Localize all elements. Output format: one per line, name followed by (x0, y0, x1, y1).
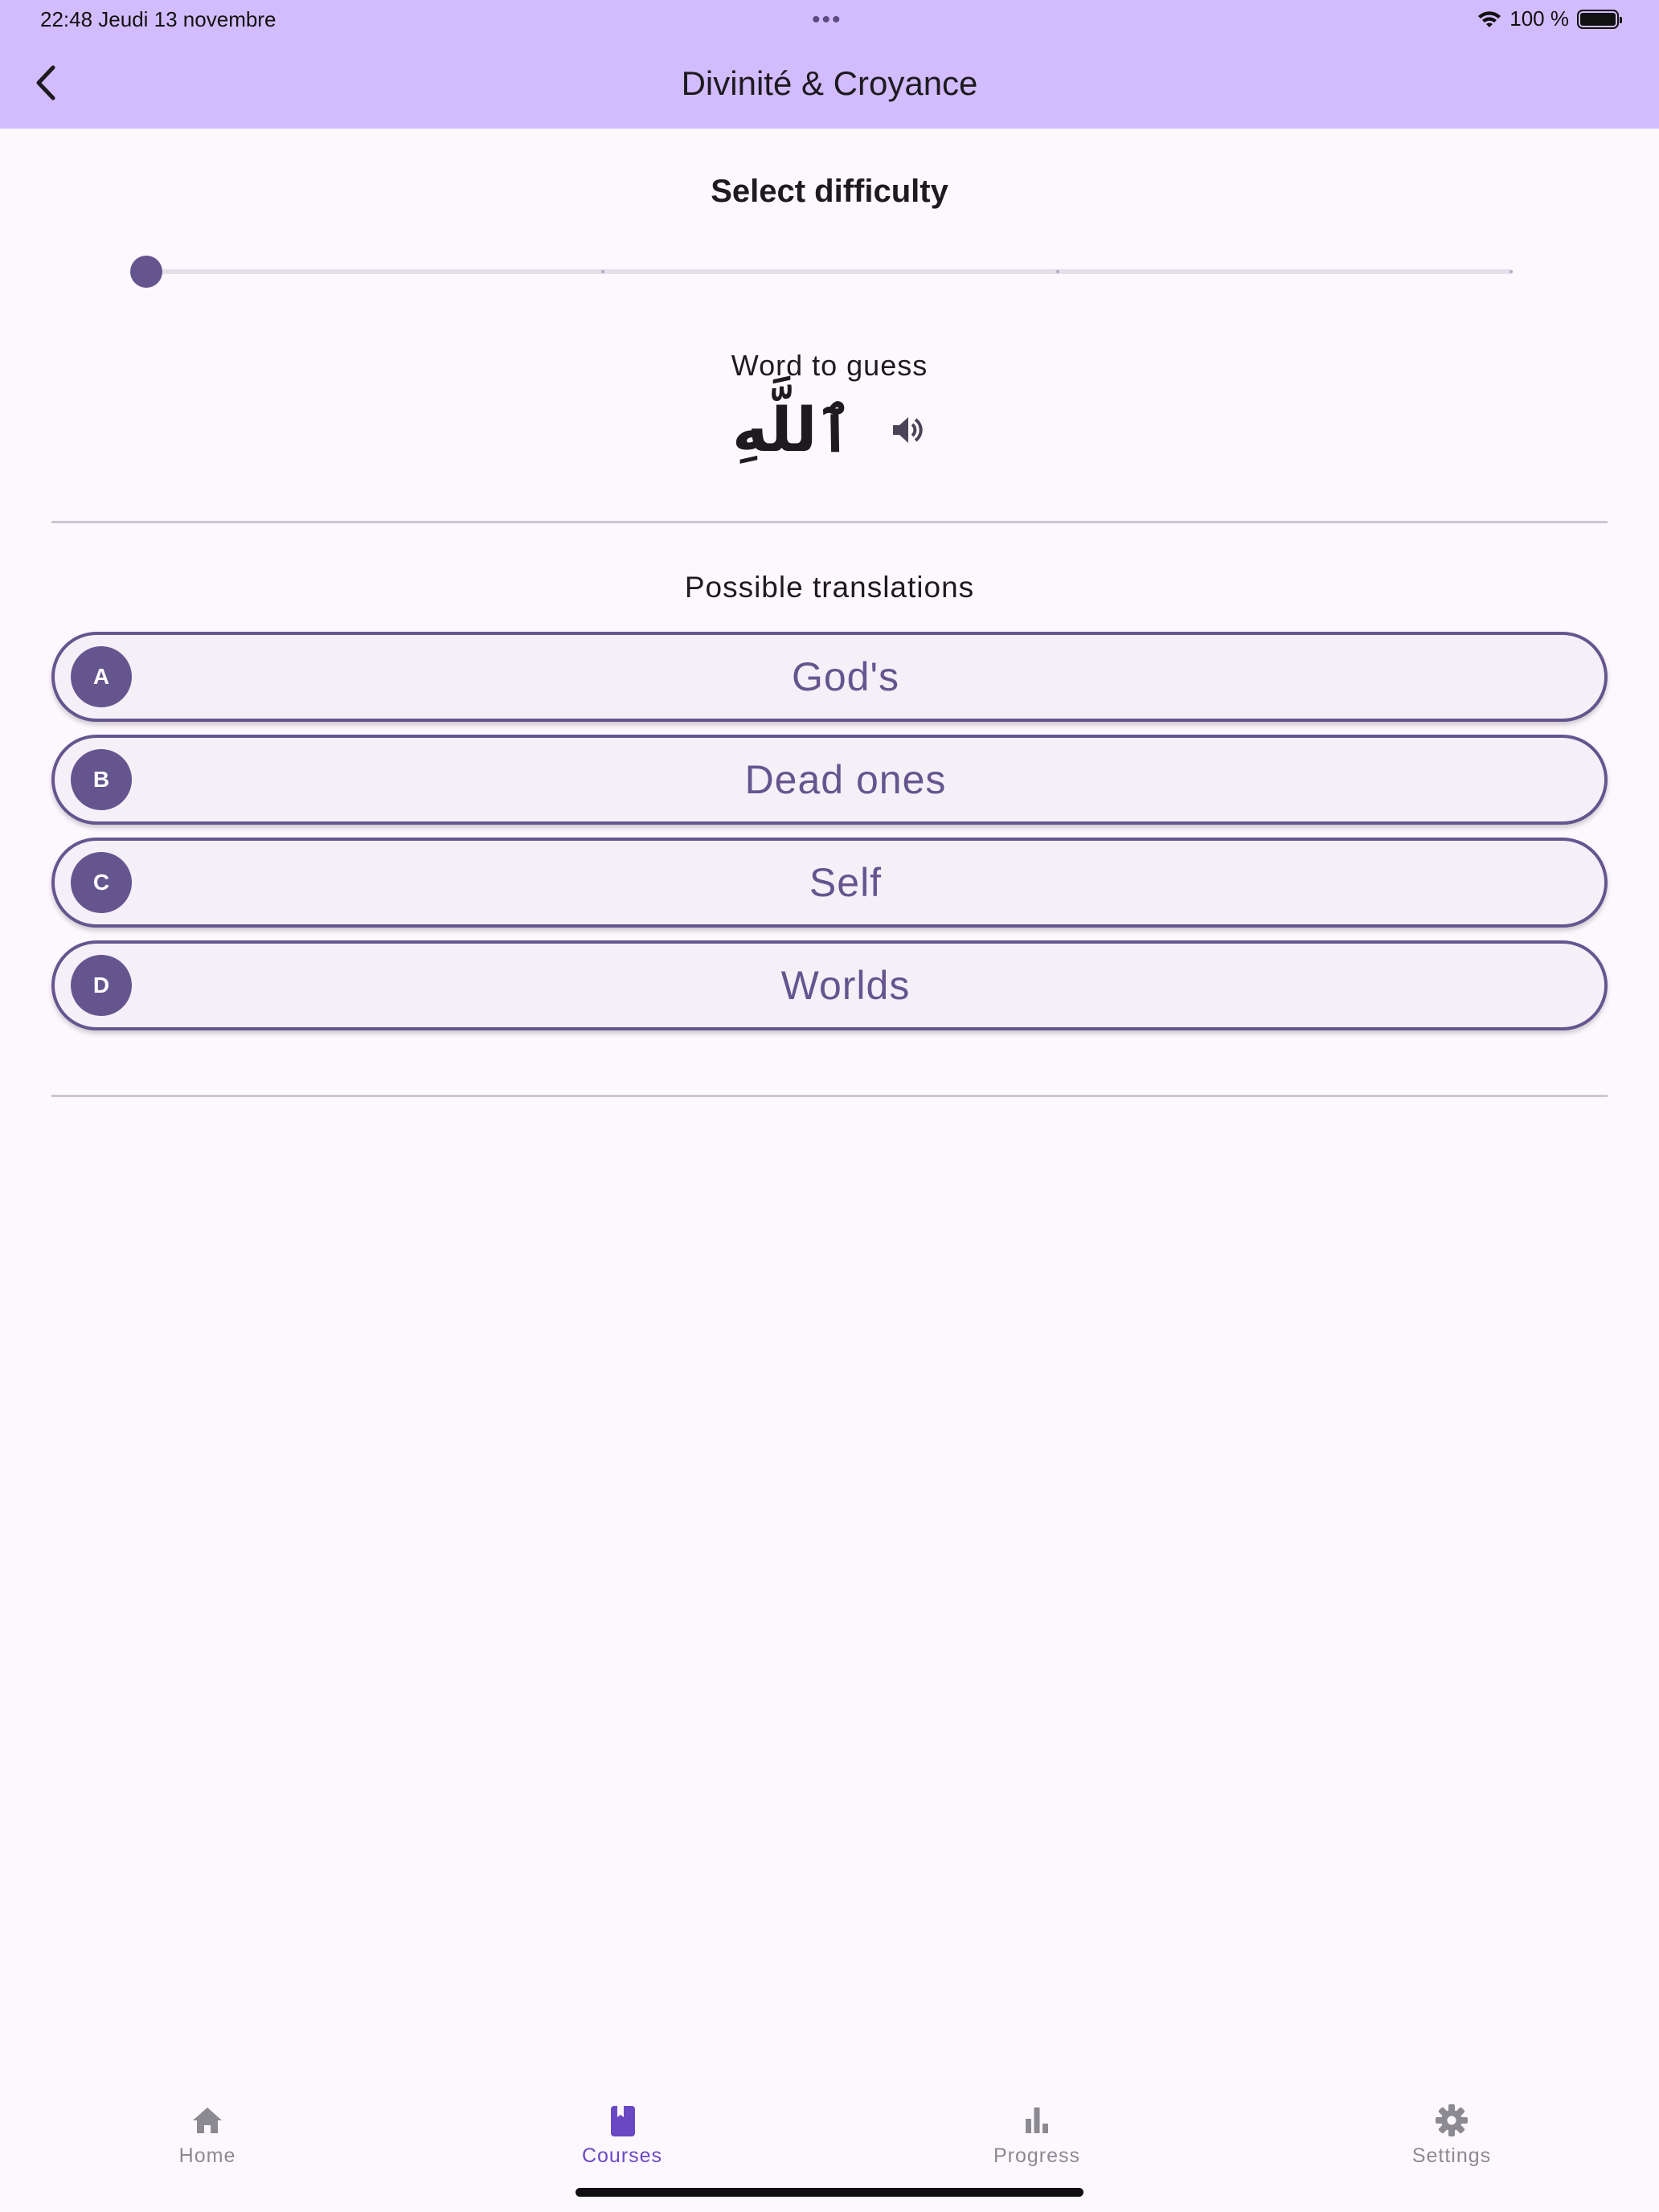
home-icon (193, 2108, 222, 2133)
word-heading: Word to guess (731, 349, 928, 382)
slider-track (146, 269, 1513, 274)
app-bar: 22:48 Jeudi 13 novembre ••• 100 % Divini… (0, 0, 1659, 129)
option-letter-badge: D (71, 955, 132, 1016)
bar-chart-icon (1026, 2108, 1048, 2133)
gear-icon (1436, 2104, 1468, 2136)
nav-label-progress: Progress (993, 2144, 1081, 2167)
translations-heading: Possible translations (684, 571, 975, 604)
status-time-date: 22:48 Jeudi 13 novembre (40, 7, 276, 31)
option-a-button[interactable]: God's A (51, 632, 1608, 722)
divider (51, 521, 1608, 523)
option-label: Worlds (780, 963, 911, 1008)
slider-thumb[interactable] (130, 256, 162, 288)
word-row: ٱللَّهِ (0, 394, 1659, 465)
difficulty-heading: Select difficulty (711, 174, 948, 209)
option-letter-badge: C (71, 852, 132, 913)
slider-tick (601, 270, 604, 273)
speaker-icon (893, 416, 923, 443)
option-c-button[interactable]: Self C (51, 838, 1608, 928)
home-indicator[interactable] (576, 2188, 1083, 2197)
battery-icon (1577, 9, 1622, 29)
wifi-icon (1478, 10, 1501, 27)
play-audio-button[interactable] (887, 410, 927, 450)
multitasking-dots[interactable]: ••• (812, 6, 842, 34)
option-label: God's (791, 654, 900, 699)
option-label: Self (809, 860, 883, 905)
nav-label-courses: Courses (581, 2144, 663, 2167)
difficulty-slider[interactable] (130, 254, 1513, 289)
divider (51, 1095, 1608, 1097)
nav-item-home[interactable]: Home (0, 2082, 415, 2212)
battery-percent: 100 % (1509, 6, 1569, 31)
option-letter-badge: A (71, 646, 132, 707)
book-icon (611, 2106, 635, 2136)
nav-label-settings: Settings (1411, 2144, 1492, 2167)
slider-tick (1056, 270, 1059, 273)
option-d-button[interactable]: Worlds D (51, 940, 1608, 1030)
status-right: 100 % (1477, 6, 1622, 31)
option-b-button[interactable]: Dead ones B (51, 735, 1608, 825)
slider-tick (1509, 270, 1513, 273)
page-title: Divinité & Croyance (681, 64, 978, 102)
option-label: Dead ones (744, 757, 947, 802)
arabic-word: ٱللَّهِ (731, 394, 854, 465)
nav-item-settings[interactable]: Settings (1244, 2082, 1659, 2212)
nav-label-home: Home (178, 2144, 236, 2167)
option-letter-badge: B (71, 749, 132, 810)
